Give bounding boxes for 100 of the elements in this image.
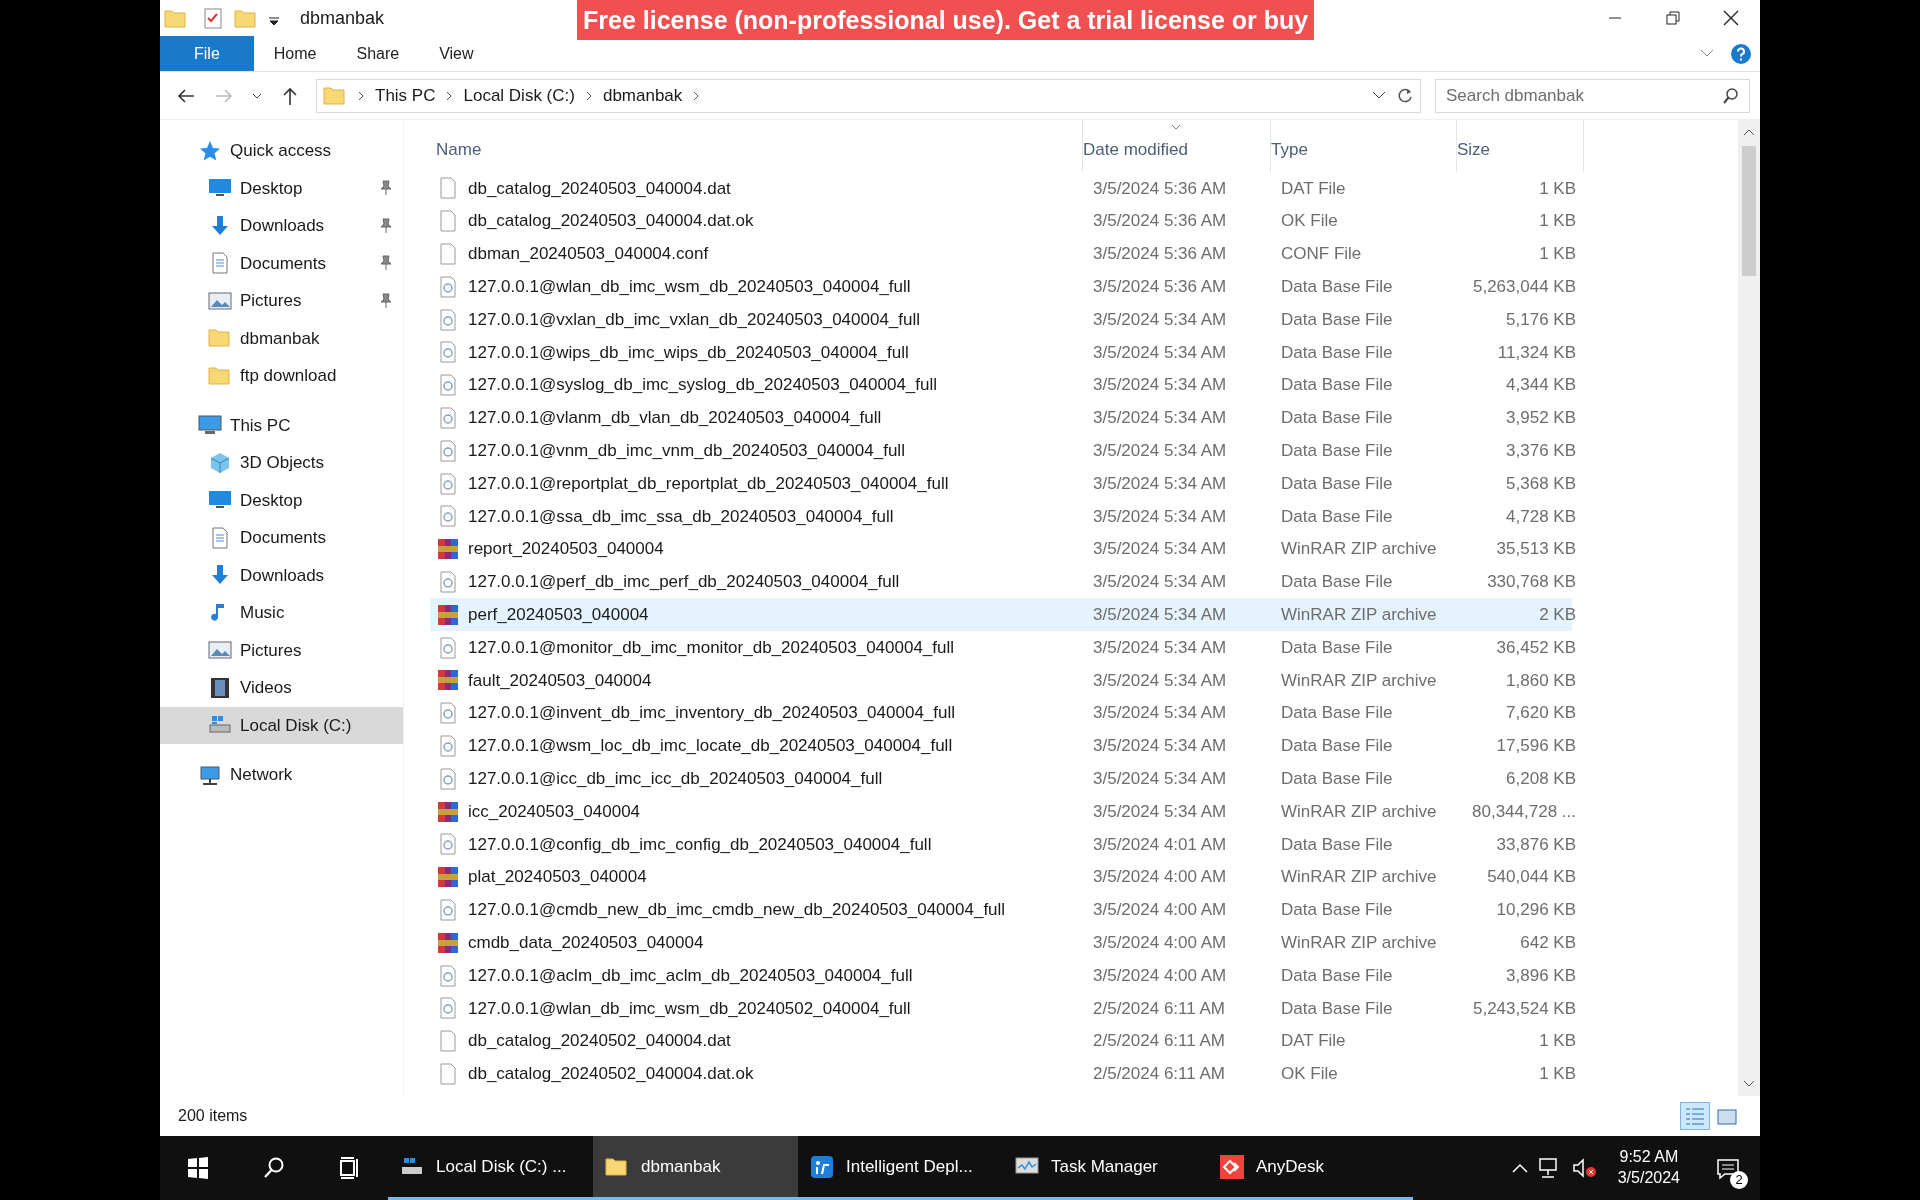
window-title: dbmanbak [300, 6, 385, 30]
type-cell-text: OK File [1280, 1063, 1339, 1086]
clock-time: 9:52 AM [1618, 1147, 1680, 1168]
pin-icon[interactable] [379, 180, 393, 197]
breadcrumb-item[interactable]: Local Disk (C:) [463, 82, 575, 109]
ribbon-tab[interactable]: Share [336, 36, 420, 71]
type-cell-text: Data Base File [1280, 341, 1394, 364]
taskbar-app[interactable]: Task Manager [1003, 1136, 1208, 1200]
date-cell-text: 2/5/2024 6:11 AM [1092, 1063, 1226, 1086]
type-cell-text: Data Base File [1280, 964, 1394, 987]
sidebar-item[interactable]: dbmanbak [160, 319, 403, 357]
size-cell-text: 35,513 KB [1495, 538, 1577, 561]
scrollbar[interactable] [1738, 120, 1760, 1096]
clock[interactable]: 9:52 AM 3/5/2024 [1607, 1147, 1690, 1189]
cube-icon [208, 450, 232, 475]
scroll-thumb[interactable] [1742, 146, 1756, 276]
refresh-icon[interactable] [1396, 86, 1414, 105]
notification-button[interactable]: 2 [1708, 1147, 1748, 1189]
column-header[interactable]: Size [1457, 120, 1584, 172]
file-name: 127.0.0.1@vnm_db_imc_vnm_db_20240503_040004_full [468, 440, 905, 462]
taskbar-app[interactable]: AnyDesk [1208, 1136, 1413, 1200]
file-name: dbman_20240503_040004.conf [468, 243, 709, 266]
file-name: fault_20240503_040004 [468, 669, 652, 692]
breadcrumb-item[interactable]: dbmanbak [602, 82, 683, 109]
date-cell-text: 3/5/2024 5:34 AM [1092, 768, 1228, 790]
chevron-up-icon[interactable] [1511, 1163, 1528, 1173]
size-cell-text: 1 KB [1538, 177, 1577, 200]
type-cell-text: CONF File [1280, 243, 1363, 266]
date-cell-text: 2/5/2024 6:11 AM [1092, 1030, 1226, 1053]
pin-icon[interactable] [379, 255, 393, 272]
sidebar-item[interactable]: Local Disk (C:) [160, 706, 403, 744]
date-cell-text: 3/5/2024 4:00 AM [1092, 964, 1228, 987]
sidebar-item[interactable]: Downloads [160, 556, 403, 594]
size-cell-text: 80,344,728 ... [1471, 800, 1577, 823]
date-cell-text: 3/5/2024 5:36 AM [1092, 243, 1228, 266]
size-cell-text: 4,344 KB [1505, 374, 1577, 397]
file-name: perf_20240503_040004 [468, 604, 649, 626]
ribbon-tab[interactable]: Home [253, 36, 337, 71]
sidebar-item[interactable]: Network [160, 756, 403, 794]
file-name: 127.0.0.1@monitor_db_imc_monitor_db_20240503_040004_full [468, 636, 955, 659]
sidebar-item[interactable]: Quick access [160, 132, 403, 170]
breadcrumb-item[interactable]: This PC [375, 82, 436, 109]
taskbar-app[interactable]: dbmanbak [593, 1136, 798, 1200]
file-name: db_catalog_20240503_040004.dat [468, 177, 731, 200]
date-cell-text: 3/5/2024 5:34 AM [1092, 571, 1228, 594]
taskbar-app[interactable]: Intelligent Depl... [798, 1136, 1003, 1200]
chevron-right-icon [357, 89, 365, 102]
sidebar-item[interactable]: Pictures [160, 282, 403, 320]
size-cell-text: 4,728 KB [1505, 505, 1577, 528]
close-icon [1723, 10, 1739, 26]
ribbon-tab[interactable]: View [419, 36, 494, 71]
size-cell-text: 17,596 KB [1495, 735, 1577, 758]
type-cell-text: WinRAR ZIP archive [1280, 931, 1438, 954]
help-icon[interactable] [1730, 42, 1752, 65]
file-name: 127.0.0.1@vlanm_db_vlan_db_20240503_040004_full [468, 407, 882, 430]
sidebar-item[interactable]: ftp download [160, 357, 403, 395]
app-logo-icon [810, 1154, 834, 1179]
sidebar-item[interactable]: Desktop [160, 169, 403, 207]
file-name: db_catalog_20240503_040004.dat.ok [468, 210, 754, 233]
file-name: db_catalog_20240502_040004.dat.ok [468, 1063, 754, 1086]
sidebar-item[interactable]: Pictures [160, 631, 403, 669]
sidebar-item[interactable]: Downloads [160, 207, 403, 245]
sidebar-item[interactable]: Desktop [160, 481, 403, 519]
file-name: 127.0.0.1@wips_db_imc_wips_db_20240503_040004_full [468, 341, 909, 364]
archive-icon [436, 537, 460, 562]
sidebar-item[interactable]: Documents [160, 244, 403, 282]
type-cell-text: Data Base File [1280, 702, 1394, 725]
file-name: 127.0.0.1@vxlan_db_imc_vxlan_db_20240503_040004_full [468, 308, 921, 331]
type-cell-text: Data Base File [1280, 472, 1394, 495]
sidebar-item[interactable]: Documents [160, 519, 403, 557]
file-name: 127.0.0.1@config_db_imc_config_db_20240503_040004_full [468, 833, 932, 856]
pin-icon[interactable] [379, 292, 393, 309]
pin-icon[interactable] [379, 217, 393, 234]
column-header[interactable]: Date modified [1083, 120, 1271, 172]
size-cell-text: 1 KB [1538, 210, 1577, 233]
search-field[interactable]: Search dbmanbak [1435, 78, 1750, 113]
volume-muted-icon[interactable] [1571, 1157, 1598, 1179]
checklist-icon[interactable] [202, 7, 224, 29]
size-cell-text: 5,176 KB [1505, 308, 1577, 331]
chevron-right-icon [692, 89, 701, 102]
ribbon-tab[interactable]: File [160, 36, 254, 71]
archive-icon [436, 930, 460, 955]
size-cell-text: 3,376 KB [1505, 440, 1577, 462]
chevron-down-icon[interactable] [1372, 90, 1386, 101]
film-icon [208, 675, 232, 700]
sidebar-item[interactable]: 3D Objects [160, 444, 403, 482]
column-header[interactable]: Type [1271, 120, 1457, 172]
size-cell-text: 1 KB [1538, 1030, 1577, 1053]
size-cell-text: 540,044 KB [1486, 866, 1577, 889]
sidebar-item[interactable]: Music [160, 594, 403, 632]
column-header[interactable]: Name [436, 120, 1083, 172]
scroll-down-icon [1743, 1080, 1755, 1088]
item-count: 200 items [178, 1106, 248, 1126]
address-bar[interactable]: This PC Local Disk (C:) dbmanbak [316, 78, 1421, 113]
sidebar-item[interactable]: Videos [160, 669, 403, 707]
date-cell-text: 3/5/2024 5:34 AM [1092, 702, 1228, 725]
notification-count: 2 [1730, 1170, 1748, 1189]
date-cell-text: 3/5/2024 5:34 AM [1092, 505, 1228, 528]
file-name: 127.0.0.1@invent_db_imc_inventory_db_20240503_040004_full [468, 702, 956, 725]
sidebar-item[interactable]: This PC [160, 406, 403, 444]
